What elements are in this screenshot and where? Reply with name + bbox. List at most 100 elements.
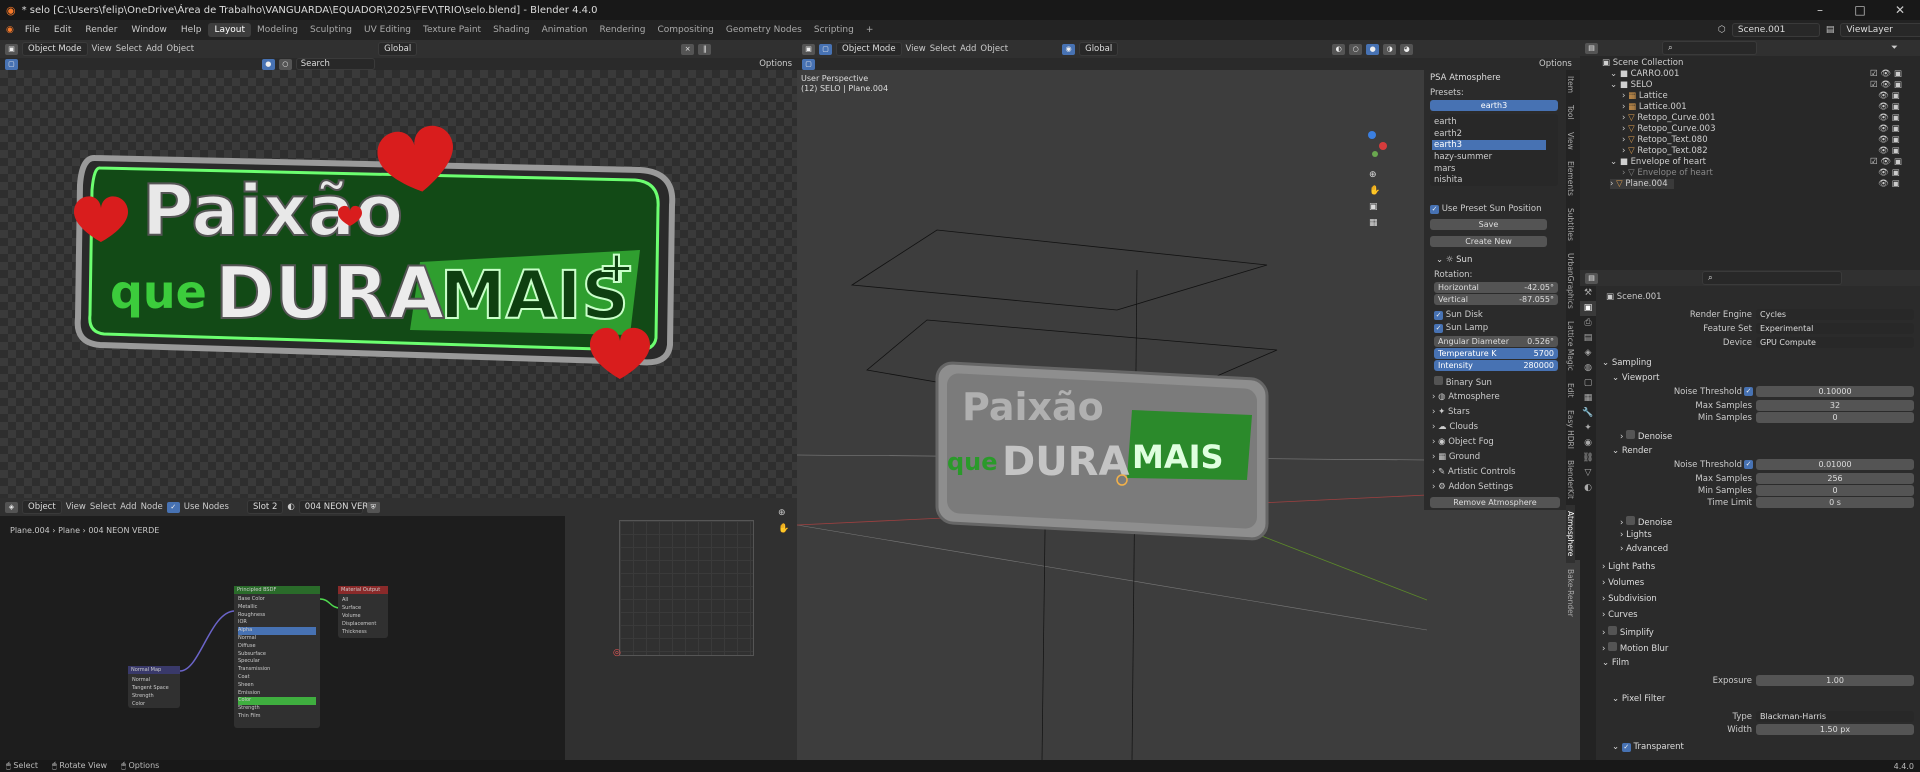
menu-select[interactable]: Select [116,44,142,54]
atmosphere-section[interactable]: › ◍ Atmosphere [1432,392,1500,402]
create-new-button[interactable]: Create New [1430,236,1547,247]
options-menu[interactable]: Options [1539,59,1572,69]
tab-scripting[interactable]: Scripting [808,23,860,37]
menu-add[interactable]: Add [960,44,976,54]
preset-item[interactable]: nishita [1434,175,1462,185]
viewport-subsection[interactable]: ⌄ Viewport [1612,373,1659,383]
menu-help[interactable]: Help [174,25,209,35]
tab-texture-paint[interactable]: Texture Paint [417,23,487,37]
preset-item-selected[interactable]: earth3 [1432,140,1546,150]
noise-threshold-checkbox[interactable]: ✓ [1744,387,1753,396]
options-menu[interactable]: Options [759,59,792,69]
outliner-item[interactable]: › ▽ Retopo_Curve.003 [1622,124,1716,134]
render-tab-icon[interactable]: ▣ [1580,301,1596,316]
menu-edit[interactable]: Edit [47,25,78,35]
tab-rendering[interactable]: Rendering [594,23,652,37]
transform-orientation[interactable]: Global [1079,42,1119,56]
outliner-item[interactable]: › ▽ Retopo_Text.080 [1622,135,1708,145]
render-noise-threshold-field[interactable]: 0.01000 [1756,459,1914,470]
tab-sculpting[interactable]: Sculpting [304,23,358,37]
image-canvas[interactable]: Paixão que DURA MAIS + [0,70,797,498]
menu-window[interactable]: Window [124,25,174,35]
subdivision-section[interactable]: › Subdivision [1602,594,1657,604]
navigation-gizmo[interactable] [1357,130,1387,163]
tab-edit[interactable]: Edit [1566,377,1575,404]
tab-item[interactable]: Item [1566,70,1575,99]
viewport-min-samples-field[interactable]: 0 [1756,412,1914,423]
tab-lattice-magic[interactable]: Lattice Magic [1566,315,1575,377]
preset-item[interactable]: earth2 [1434,129,1462,139]
pan-hand-icon[interactable]: ✋ [1369,186,1380,196]
tab-atmosphere[interactable]: Atmosphere [1566,505,1575,563]
minimize-icon[interactable]: – [1800,0,1840,20]
render-subsection[interactable]: ⌄ Render [1612,446,1652,456]
material-output-node[interactable]: Material Output All Surface Volume Displace… [338,586,388,638]
tab-modeling[interactable]: Modeling [251,23,304,37]
blender-menu-icon[interactable]: ◉ [6,25,14,35]
tab-blenderkit[interactable]: BlenderKit [1566,454,1575,505]
shader-type-dropdown[interactable]: Object [22,500,62,514]
clouds-section[interactable]: › ☁ Clouds [1432,422,1478,432]
world-tab-icon[interactable]: ◍ [1580,361,1596,376]
collection-tab-icon[interactable]: ▢ [1580,376,1596,391]
save-button[interactable]: Save [1430,219,1547,230]
pan-hand-icon[interactable]: ✋ [778,524,789,534]
uv-editor-area[interactable]: ◎ ⊕ ✋ [565,498,797,760]
preset-list[interactable]: earth earth2 earth3 hazy-summer mars nis… [1430,114,1558,186]
exposure-field[interactable]: 1.00 [1756,675,1914,686]
view-layer-selector[interactable]: ViewLayer [1840,23,1920,37]
filter-width-field[interactable]: 1.50 px [1756,724,1914,735]
wireframe-shading-icon[interactable]: ○ [1349,43,1363,55]
outliner-item[interactable]: ⌄ ■ CARRO.001 [1610,69,1679,79]
filter-type-dropdown[interactable]: Blackman-Harris [1756,711,1914,722]
add-workspace-button[interactable]: + [860,23,880,37]
render-min-samples-field[interactable]: 0 [1756,485,1914,496]
transform-orientation[interactable]: Global [378,42,418,56]
pixel-filter-subsection[interactable]: ⌄ Pixel Filter [1612,694,1665,704]
film-section[interactable]: ⌄ Film [1602,658,1629,668]
editor-type-icon[interactable]: ▣ [5,43,18,55]
properties-type-icon[interactable]: ▤ [1585,272,1598,284]
menu-add[interactable]: Add [120,502,136,512]
particles-tab-icon[interactable]: ✦ [1580,421,1596,436]
normal-map-node[interactable]: Normal Map Normal Tangent Space Strength Co… [128,666,180,708]
tab-compositing[interactable]: Compositing [651,23,719,37]
tab-urbangraphics[interactable]: UrbanGraphics [1566,247,1575,315]
addon-settings-section[interactable]: › ⚙ Addon Settings [1432,482,1513,492]
preset-item[interactable]: earth [1434,117,1457,127]
material-shading-icon[interactable]: ◑ [1383,43,1397,55]
outliner-search[interactable]: ⌕ [1662,41,1757,55]
outliner-item[interactable]: › ▦ Lattice.001 [1622,102,1687,112]
rendered-shading-icon[interactable]: ◕ [1400,43,1414,55]
temperature-field[interactable]: Temperature K 5700 [1434,348,1558,359]
outliner-item[interactable]: › ▽ Retopo_Text.082 [1622,146,1708,156]
simplify-section[interactable]: › Simplify [1602,626,1654,638]
sun-section-header[interactable]: ⌄ ☼ Sun [1436,255,1472,265]
stars-section[interactable]: › ✦ Stars [1432,407,1470,417]
remove-atmosphere-button[interactable]: Remove Atmosphere [1430,497,1560,508]
tab-elements[interactable]: Elements [1566,155,1575,202]
tab-subtitles[interactable]: Subtitles [1566,202,1575,247]
outliner-type-icon[interactable]: ▤ [1585,42,1598,54]
node-editor-type-icon[interactable]: ◈ [5,501,18,513]
object-fog-section[interactable]: › ◉ Object Fog [1432,437,1494,447]
mode-dropdown[interactable]: Object Mode [836,42,902,56]
menu-view[interactable]: View [92,44,112,54]
output-tab-icon[interactable]: ⎙ [1580,316,1596,331]
scene-selector[interactable]: Scene.001 [1731,23,1820,37]
binary-sun-checkbox[interactable]: Binary Sun [1434,376,1492,388]
viewport-denoise-subsection[interactable]: › Denoise [1620,430,1672,442]
render-denoise-subsection[interactable]: › Denoise [1620,516,1672,528]
preset-dropdown[interactable]: earth3 [1430,100,1558,111]
artistic-controls-section[interactable]: › ✎ Artistic Controls [1432,467,1516,477]
use-preset-sun-checkbox[interactable]: ✓ Use Preset Sun Position [1430,204,1541,214]
use-nodes-checkbox[interactable]: ✓ [166,501,180,513]
data-tab-icon[interactable]: ▽ [1580,466,1596,481]
material-name[interactable]: 004 NEON VERDE [298,500,380,514]
sampling-section[interactable]: ⌄ Sampling [1602,358,1652,368]
physics-tab-icon[interactable]: ◉ [1580,436,1596,451]
menu-render[interactable]: Render [78,25,124,35]
feature-set-dropdown[interactable]: Experimental [1756,323,1914,334]
tool-tab-icon[interactable]: ⚒ [1580,286,1596,301]
menu-view[interactable]: View [66,502,86,512]
